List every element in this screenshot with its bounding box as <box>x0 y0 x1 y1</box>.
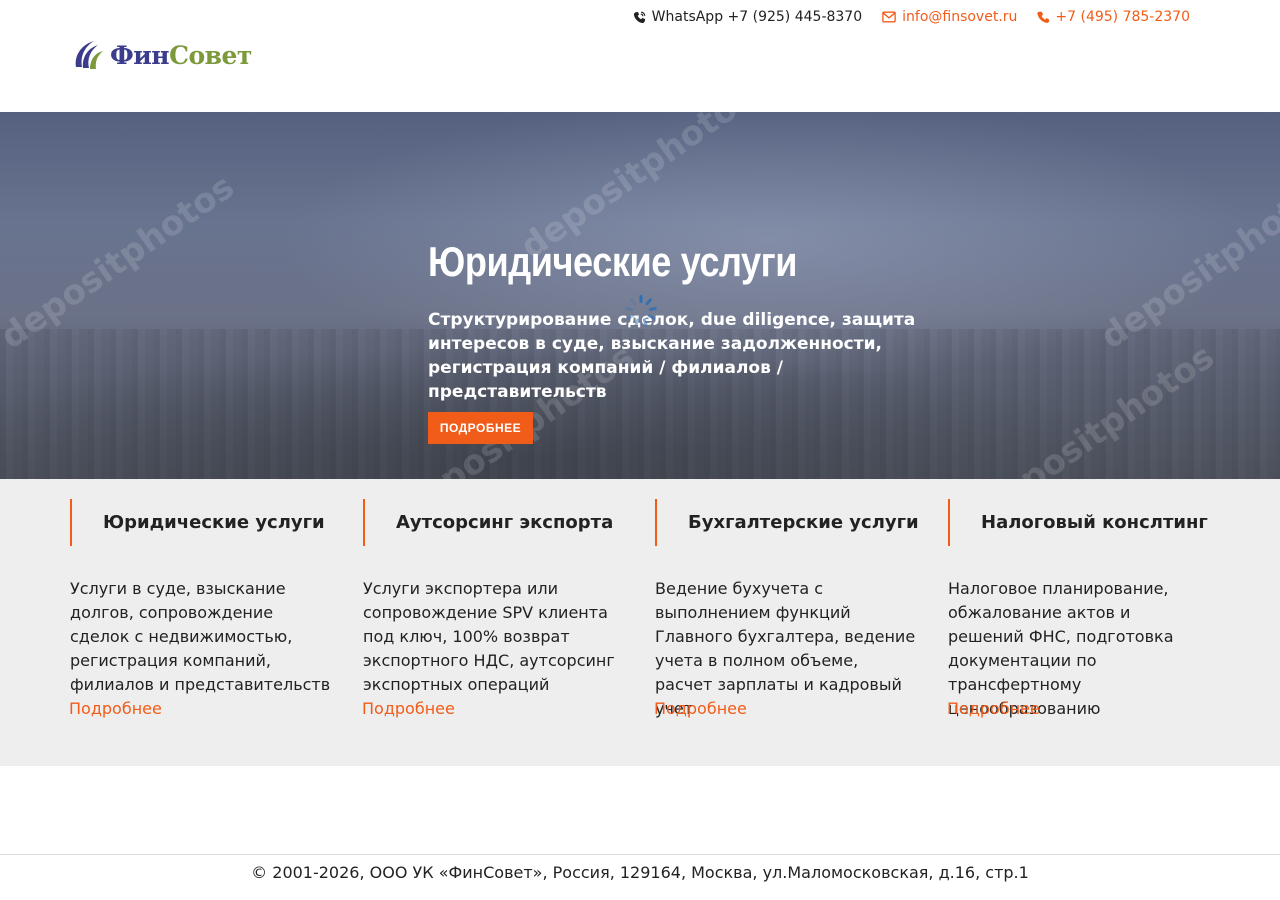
hero-more-button[interactable]: ПОДРОБНЕЕ <box>428 412 533 444</box>
service-title: Налоговый конслтинг <box>981 512 1208 533</box>
service-description: Налоговое планирование, обжалование акто… <box>948 579 1174 718</box>
site-logo[interactable]: ФинСовет <box>72 38 252 74</box>
hero-banner: depositphotos depositphotos depositphoto… <box>0 112 1280 479</box>
email-text: info@finsovet.ru <box>902 9 1018 25</box>
contacts: WhatsApp +7 (925) 445-8370 info@finsovet… <box>633 7 1190 27</box>
service-header: Бухгалтерские услуги <box>655 499 919 546</box>
service-card: Юридические услуги Услуги в суде, взыска… <box>69 499 332 719</box>
phone-icon <box>1037 11 1050 23</box>
top-contact-bar: WhatsApp +7 (925) 445-8370 info@finsovet… <box>0 0 1280 34</box>
service-description: Услуги экспортера или сопровождение SPV … <box>363 579 615 694</box>
hero-content: Юридические услуги Структурирование сдел… <box>428 238 928 444</box>
logo-part-sovet: Совет <box>169 41 252 70</box>
service-more-link[interactable]: Подробнее <box>654 699 917 719</box>
site-footer: © 2001-2026, ООО УК «ФинСовет», Россия, … <box>0 854 1280 900</box>
service-header: Юридические услуги <box>70 499 332 546</box>
phone-text: +7 (495) 785-2370 <box>1055 9 1190 25</box>
service-card: Аутсорсинг экспорта Услуги экспортера ил… <box>362 499 625 719</box>
service-title: Аутсорсинг экспорта <box>396 512 614 533</box>
services-section: Юридические услуги Услуги в суде, взыска… <box>0 479 1280 766</box>
service-header: Аутсорсинг экспорта <box>363 499 625 546</box>
logo-wordmark: ФинСовет <box>110 41 252 71</box>
loading-spinner-icon <box>625 295 657 327</box>
whatsapp-contact[interactable]: WhatsApp +7 (925) 445-8370 <box>633 7 862 27</box>
phone-contact[interactable]: +7 (495) 785-2370 <box>1037 7 1190 27</box>
hero-title: Юридические услуги <box>428 238 798 285</box>
service-title: Юридические услуги <box>103 512 325 533</box>
hero-subtitle: Структурирование сделок, due diligence, … <box>428 310 916 402</box>
phone-volume-icon <box>633 11 646 24</box>
service-card: Налоговый конслтинг Налоговое планирован… <box>947 499 1210 719</box>
leaf-logo-icon <box>72 37 104 75</box>
whatsapp-text: WhatsApp +7 (925) 445-8370 <box>651 9 863 25</box>
service-more-link[interactable]: Подробнее <box>69 699 332 719</box>
service-description: Услуги в суде, взыскание долгов, сопрово… <box>70 579 331 694</box>
email-contact[interactable]: info@finsovet.ru <box>882 7 1017 27</box>
service-description: Ведение бухучета с выполнением функций Г… <box>655 579 916 718</box>
service-title: Бухгалтерские услуги <box>688 512 919 533</box>
footer-copyright: © 2001-2026, ООО УК «ФинСовет», Россия, … <box>251 863 1029 882</box>
service-more-link[interactable]: Подробнее <box>362 699 625 719</box>
envelope-icon <box>882 11 896 23</box>
service-header: Налоговый конслтинг <box>948 499 1210 546</box>
logo-part-fin: Фин <box>110 41 170 70</box>
service-card: Бухгалтерские услуги Ведение бухучета с … <box>654 499 919 719</box>
